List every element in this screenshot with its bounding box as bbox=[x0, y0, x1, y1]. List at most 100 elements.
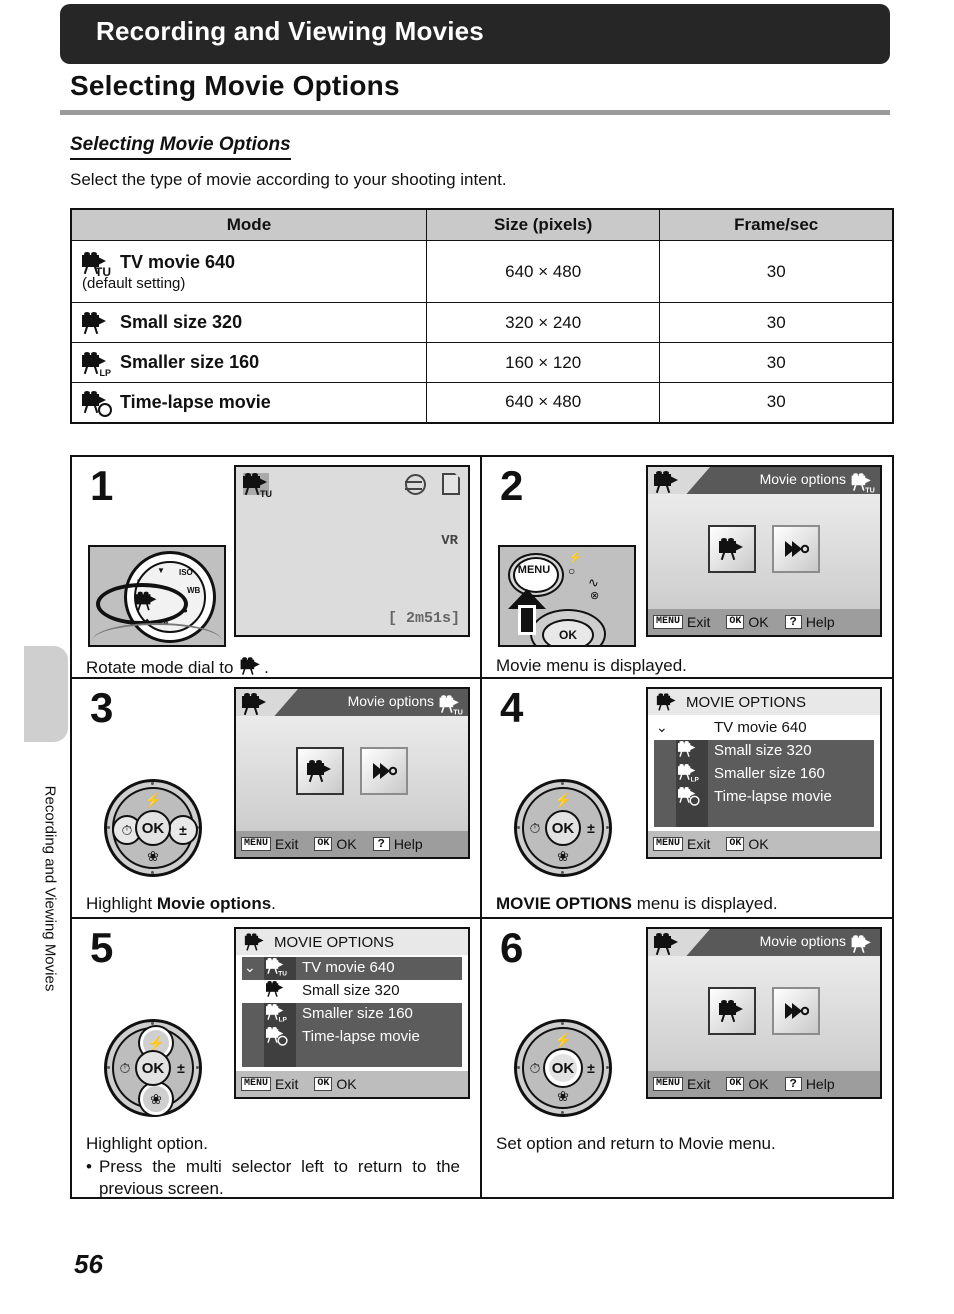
movie-tv-icon: TU bbox=[439, 695, 463, 716]
cell-mode: TU TV movie 640 (default setting) bbox=[70, 240, 427, 303]
macro-icon[interactable]: ❀ bbox=[550, 843, 576, 869]
mode-name: Smaller size 160 bbox=[120, 352, 260, 372]
macro-icon[interactable]: ❀ bbox=[140, 843, 166, 869]
multi-selector[interactable]: ⚡ ❀ ⏱ ± OK bbox=[514, 1019, 612, 1117]
cell-size: 160 × 120 bbox=[425, 342, 661, 383]
table-row: Small size 320 320 × 240 30 bbox=[70, 302, 894, 343]
menu-button[interactable]: MENU bbox=[508, 553, 564, 597]
ok-button[interactable]: OK bbox=[545, 1050, 581, 1086]
list-item[interactable]: ⌄ TU TV movie 640 bbox=[242, 957, 462, 980]
list-item[interactable]: Small size 320 bbox=[654, 740, 874, 763]
list-item-label: Small size 320 bbox=[302, 982, 400, 999]
exposure-comp-icon[interactable]: ± bbox=[578, 815, 604, 841]
cell-mode: Time-lapse movie bbox=[70, 382, 427, 423]
bullet-text: Press the multi selector left to return … bbox=[98, 1157, 460, 1199]
cell-size: 320 × 240 bbox=[425, 302, 661, 343]
list-item[interactable]: Small size 320 bbox=[242, 980, 462, 1003]
list-body: ⌄ TU TV movie 640 Small size 320 LP Smal… bbox=[654, 717, 874, 827]
menu-key-badge: MENU bbox=[653, 615, 684, 629]
cell-mode: LP Smaller size 160 bbox=[70, 342, 427, 383]
ok-button[interactable]: OK bbox=[135, 1050, 171, 1086]
movie-options-icon bbox=[307, 760, 333, 783]
check-icon: ⌄ bbox=[244, 959, 256, 975]
multi-selector[interactable]: ⚡ ❀ ⏱ ± OK bbox=[514, 779, 612, 877]
steps-row: 5 MOVIE OPTIONS ⌄ TU TV movie 640 Small … bbox=[72, 917, 892, 1199]
table-row: Time-lapse movie 640 × 480 30 bbox=[70, 382, 894, 423]
step-art: MOVIE OPTIONS ⌄ TU TV movie 640 Small si… bbox=[572, 687, 882, 859]
ok-key-badge: OK bbox=[314, 1077, 333, 1091]
sidebar-label: Recording and Viewing Movies bbox=[41, 785, 59, 992]
multi-selector[interactable]: ⚡ ❀ ⏱ ± OK bbox=[104, 779, 202, 877]
step-number: 6 bbox=[500, 924, 524, 971]
help-key-badge: ? bbox=[784, 1077, 802, 1091]
menu-item-playback[interactable] bbox=[772, 525, 820, 573]
menu-item-movie-options[interactable] bbox=[296, 747, 344, 795]
menu-title-bar: Movie options TU bbox=[236, 689, 468, 716]
movie-small-icon bbox=[82, 311, 108, 334]
ok-key-label: OK bbox=[748, 836, 769, 852]
movie-timelapse-icon bbox=[678, 787, 700, 806]
movie-mode-inline-icon bbox=[240, 657, 262, 675]
steps-grid: 1 TU VR [ 2m51s] ▼ ISO WB ● A ♠ ▪ Rotate… bbox=[70, 455, 894, 1199]
macro-icon[interactable]: ❀ bbox=[140, 1083, 172, 1115]
lcd-bottom-bar: MENU Exit OK OK ? Help bbox=[648, 609, 880, 635]
menu-item-movie-options[interactable] bbox=[708, 525, 756, 573]
page-title: Selecting Movie Options bbox=[70, 70, 400, 101]
exposure-comp-icon[interactable]: ± bbox=[168, 815, 198, 845]
movie-lp-icon: LP bbox=[678, 764, 699, 782]
step-art: MOVIE OPTIONS ⌄ TU TV movie 640 Small si… bbox=[162, 927, 470, 1099]
memory-card-icon bbox=[442, 473, 460, 495]
menu-item-playback[interactable] bbox=[772, 987, 820, 1035]
exposure-comp-icon[interactable]: ± bbox=[168, 1055, 194, 1081]
mode-name: Time-lapse movie bbox=[120, 391, 271, 412]
help-key-label: Help bbox=[805, 614, 835, 630]
step-4: 4 MOVIE OPTIONS ⌄ TU TV movie 640 Small … bbox=[482, 679, 892, 917]
ok-key-label: OK bbox=[748, 614, 769, 630]
menu-title: Movie options bbox=[347, 693, 434, 709]
movie-options-icon bbox=[654, 933, 680, 956]
ok-key-label: OK bbox=[748, 1076, 769, 1092]
menu-item-movie-options[interactable] bbox=[708, 987, 756, 1035]
list-item[interactable]: ⌄ TU TV movie 640 bbox=[654, 717, 874, 740]
menu-button-photo: MENU ⚡ ○ ∿ ⊗ ⚡ OK bbox=[498, 545, 636, 647]
menu-icon-row bbox=[236, 747, 468, 795]
menu-key-label: Exit bbox=[687, 836, 711, 852]
mode-name: TV movie 640 bbox=[120, 252, 236, 272]
time-remaining: [ 2m51s] bbox=[387, 610, 460, 627]
column-header-size: Size (pixels) bbox=[425, 208, 661, 241]
list-item-label: Time-lapse movie bbox=[714, 788, 832, 805]
cell-size: 640 × 480 bbox=[425, 382, 661, 423]
list-item[interactable]: Time-lapse movie bbox=[654, 786, 874, 809]
step-caption: Highlight option. bbox=[86, 1134, 208, 1153]
cell-fps: 30 bbox=[659, 382, 894, 423]
menu-title-bar: Movie options TU bbox=[648, 467, 880, 494]
ok-button[interactable]: OK bbox=[545, 810, 581, 846]
list-body: ⌄ TU TV movie 640 Small size 320 LP Smal… bbox=[242, 957, 462, 1067]
list-item[interactable]: LP Smaller size 160 bbox=[242, 1003, 462, 1026]
step-art: Movie options MENU Exit OK OK ? Help bbox=[572, 927, 882, 1099]
list-item-label: Smaller size 160 bbox=[302, 1005, 413, 1022]
menu-item-playback[interactable] bbox=[360, 747, 408, 795]
ok-button[interactable]: OK bbox=[135, 810, 171, 846]
menu-key-label: Exit bbox=[687, 614, 711, 630]
list-item-label: Smaller size 160 bbox=[714, 765, 825, 782]
multi-selector[interactable]: ⚡ ❀ ⏱ ± OK bbox=[104, 1019, 202, 1117]
menu-key-badge: MENU bbox=[241, 1077, 272, 1091]
playback-icon bbox=[785, 1003, 809, 1019]
movie-modes-table: Mode Size (pixels) Frame/sec TU TV movie… bbox=[70, 208, 894, 424]
movie-mode-dial-icon bbox=[135, 591, 158, 611]
help-key-badge: ? bbox=[784, 615, 802, 629]
movie-options-icon bbox=[719, 538, 745, 561]
movie-small-icon bbox=[851, 935, 873, 953]
step-number: 5 bbox=[90, 924, 114, 971]
list-item[interactable]: Time-lapse movie bbox=[242, 1026, 462, 1049]
step-6: 6 Movie options MENU Exit OK OK ? Help ⚡… bbox=[482, 919, 892, 1197]
movie-timelapse-icon bbox=[266, 1027, 288, 1046]
list-item[interactable]: LP Smaller size 160 bbox=[654, 763, 874, 786]
exposure-comp-icon[interactable]: ± bbox=[578, 1055, 604, 1081]
help-key-label: Help bbox=[805, 1076, 835, 1092]
ok-key-badge: OK bbox=[314, 837, 333, 851]
mode-name: Small size 320 bbox=[120, 312, 243, 332]
macro-icon[interactable]: ❀ bbox=[550, 1083, 576, 1109]
lcd-shooting-display: TU VR [ 2m51s] bbox=[234, 465, 470, 637]
